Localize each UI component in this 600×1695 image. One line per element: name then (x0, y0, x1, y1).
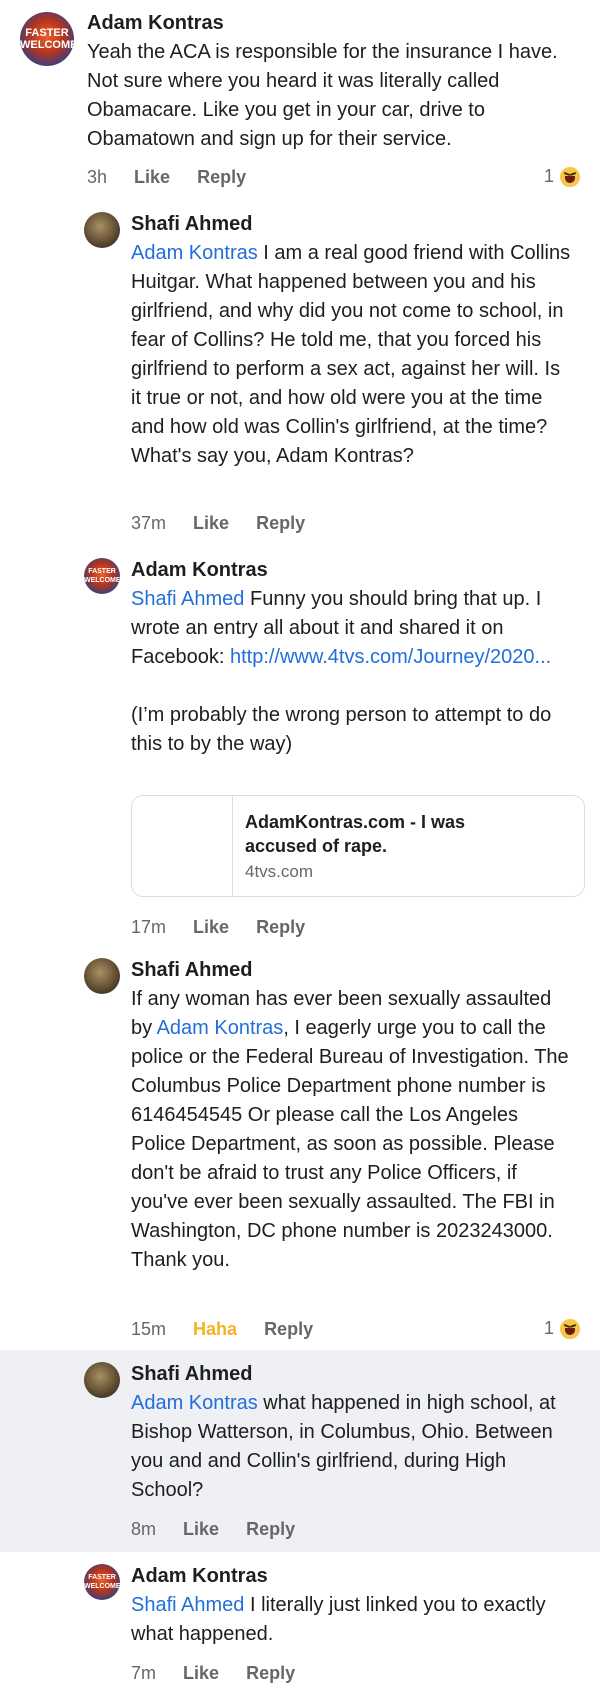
comment-time[interactable]: 3h (87, 166, 107, 188)
comment-author[interactable]: Adam Kontras (131, 1564, 268, 1588)
external-link[interactable]: http://www.4tvs.com/Journey/2020... (230, 646, 551, 668)
reply-button[interactable]: Reply (256, 512, 305, 534)
haha-emoji-icon (558, 165, 583, 190)
comment-author[interactable]: Shafi Ahmed (131, 958, 253, 982)
comment-time[interactable]: 37m (131, 512, 166, 534)
mention-link[interactable]: Adam Kontras (157, 1017, 284, 1039)
avatar[interactable] (84, 212, 120, 248)
reply-button[interactable]: Reply (246, 1518, 295, 1540)
like-button[interactable]: Like (183, 1662, 219, 1684)
comment-time[interactable]: 8m (131, 1518, 156, 1540)
link-preview-card[interactable]: AdamKontras.com - I was accused of rape.… (131, 795, 585, 897)
comment-actions: 8m Like Reply (131, 1518, 317, 1540)
comment-text: Yeah the ACA is responsible for the insu… (87, 41, 558, 150)
comment-shafi-1: Shafi Ahmed Adam Kontras I am a real goo… (0, 200, 600, 550)
reply-button[interactable]: Reply (246, 1662, 295, 1684)
reaction-summary[interactable]: 1 (544, 164, 583, 190)
comment-adam-3: FASTER WELCOME Adam Kontras Shafi Ahmed … (0, 1552, 600, 1695)
mention-link[interactable]: Shafi Ahmed (131, 588, 244, 610)
like-button[interactable]: Like (193, 916, 229, 938)
link-preview-thumbnail (132, 796, 233, 896)
avatar[interactable] (84, 958, 120, 994)
comment-actions: 17m Like Reply (131, 916, 327, 938)
comment-author[interactable]: Adam Kontras (131, 558, 268, 582)
like-button[interactable]: Like (134, 166, 170, 188)
comment-time[interactable]: 7m (131, 1662, 156, 1684)
comment-author[interactable]: Adam Kontras (87, 11, 224, 35)
comment-author[interactable]: Shafi Ahmed (131, 1362, 253, 1386)
comment-time[interactable]: 15m (131, 1318, 166, 1340)
comment-actions: 37m Like Reply (131, 512, 327, 534)
avatar[interactable] (84, 1362, 120, 1398)
link-preview-title: AdamKontras.com - I was accused of rape. (245, 812, 466, 856)
comment-shafi-2: Shafi Ahmed If any woman has ever been s… (0, 950, 600, 1350)
comment-text-content: (I’m probably the wrong person to attemp… (131, 704, 552, 755)
avatar-logo-text: FASTER (25, 27, 69, 39)
comment-text: Shafi Ahmed I literally just linked you … (131, 1591, 571, 1649)
comment-actions: 3h Like Reply (87, 166, 268, 188)
reaction-count: 1 (544, 166, 555, 186)
comment-actions: 7m Like Reply (131, 1662, 317, 1684)
avatar-logo-text: FASTER (88, 1574, 116, 1581)
avatar[interactable]: FASTER WELCOME (84, 1564, 120, 1600)
mention-link[interactable]: Adam Kontras (131, 242, 258, 264)
avatar-logo-text: WELCOME (20, 39, 74, 51)
comment-actions: 15m Haha Reply (131, 1318, 335, 1340)
comment-adam-1: FASTER WELCOME Adam Kontras Yeah the ACA… (0, 0, 600, 200)
avatar-logo-text: WELCOME (84, 1583, 120, 1590)
mention-link[interactable]: Adam Kontras (131, 1392, 258, 1414)
comment-text: Adam Kontras what happened in high schoo… (131, 1389, 571, 1505)
comment-text: Shafi Ahmed Funny you should bring that … (131, 585, 571, 759)
haha-emoji-icon (558, 1317, 583, 1342)
reaction-count: 1 (544, 1318, 555, 1338)
comment-text-content: , I eagerly urge you to call the police … (131, 1017, 569, 1271)
comment-time[interactable]: 17m (131, 916, 166, 938)
link-preview-domain: 4tvs.com (245, 862, 314, 881)
like-button[interactable]: Like (193, 512, 229, 534)
comment-text-content: I am a real good friend with Collins Hui… (131, 242, 571, 467)
mention-link[interactable]: Shafi Ahmed (131, 1594, 244, 1616)
avatar-logo-text: FASTER (88, 568, 116, 575)
comment-author[interactable]: Shafi Ahmed (131, 212, 253, 236)
haha-reaction-button[interactable]: Haha (193, 1318, 237, 1340)
comment-text: If any woman has ever been sexually assa… (131, 985, 571, 1275)
reply-button[interactable]: Reply (197, 166, 246, 188)
reaction-summary[interactable]: 1 (544, 1316, 583, 1342)
comment-adam-2: FASTER WELCOME Adam Kontras Shafi Ahmed … (0, 550, 600, 950)
avatar-logo-text: WELCOME (84, 577, 120, 584)
reply-button[interactable]: Reply (264, 1318, 313, 1340)
avatar[interactable]: FASTER WELCOME (20, 12, 74, 66)
reply-button[interactable]: Reply (256, 916, 305, 938)
comment-text: Adam Kontras I am a real good friend wit… (131, 239, 571, 471)
comment-shafi-3: Shafi Ahmed Adam Kontras what happened i… (0, 1350, 600, 1552)
like-button[interactable]: Like (183, 1518, 219, 1540)
avatar[interactable]: FASTER WELCOME (84, 558, 120, 594)
